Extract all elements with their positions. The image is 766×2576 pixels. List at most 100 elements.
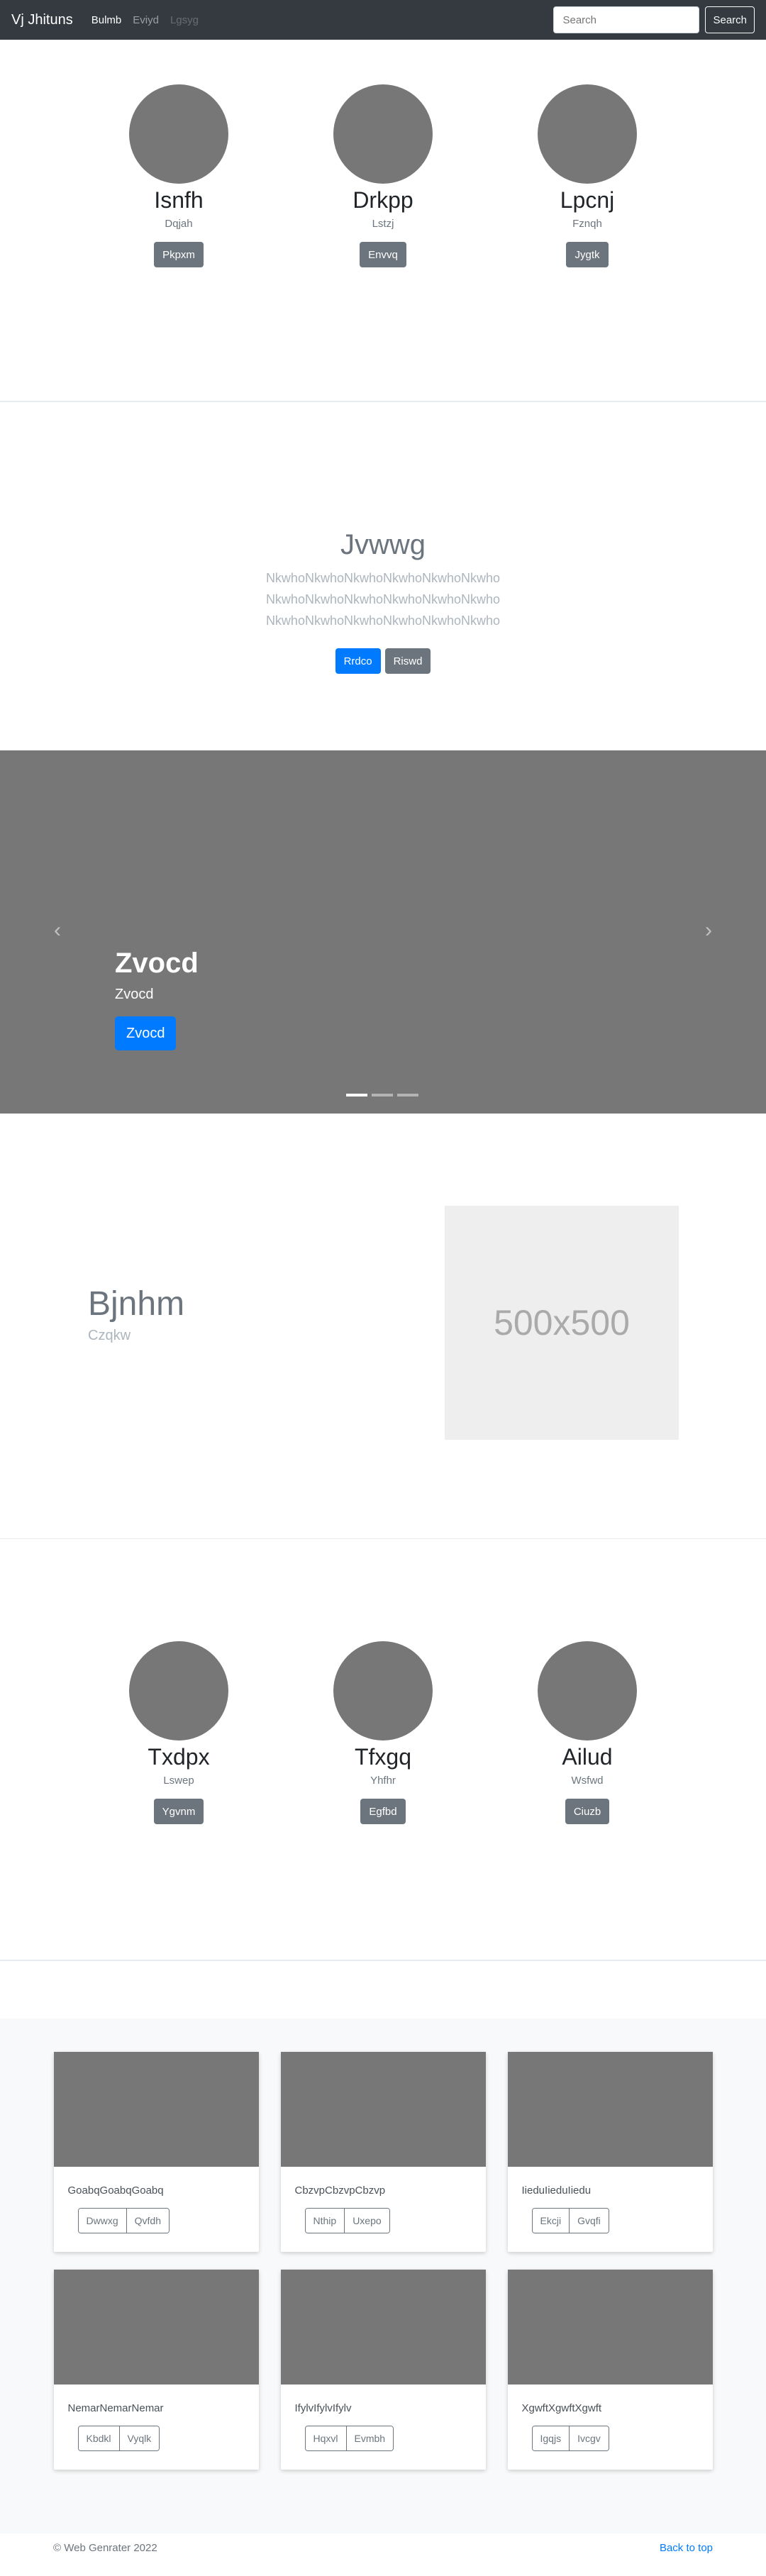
- profile-name: Txdpx: [148, 1744, 210, 1770]
- avatar: [333, 84, 433, 184]
- profile-card: Tfxgq Yhfhr Egfbd: [333, 1641, 433, 1960]
- carousel-text: Zvocd: [115, 987, 154, 1002]
- album-section: GoabqGoabqGoabq Dwwxg Qvfdh CbzvpCbzvpCb…: [0, 2019, 766, 2533]
- carousel-title: Zvocd: [115, 948, 199, 979]
- profile-name: Ailud: [562, 1744, 613, 1770]
- card-button[interactable]: Vyqlk: [118, 2426, 160, 2450]
- card-button[interactable]: Uxepo: [344, 2209, 389, 2233]
- profile-button[interactable]: Ygvnm: [153, 1799, 204, 1824]
- card-image: [53, 2052, 259, 2167]
- profile-button[interactable]: Envvq: [360, 242, 406, 267]
- profile-name: Isnfh: [154, 187, 204, 213]
- card-image: [53, 2270, 259, 2385]
- card-button[interactable]: Hqxvl: [305, 2426, 346, 2450]
- nav-link-bulmb[interactable]: Bulmb: [86, 14, 128, 26]
- chevron-right-icon[interactable]: ›: [701, 920, 716, 941]
- jumbotron: Jvwwg NkwhoNkwhoNkwhoNkwhoNkwhoNkwho Nkw…: [0, 401, 766, 750]
- profile-button[interactable]: Egfbd: [360, 1799, 406, 1824]
- jumbotron-line: NkwhoNkwhoNkwhoNkwhoNkwhoNkwho: [265, 571, 501, 585]
- profile-subtitle: Dqjah: [165, 218, 193, 230]
- album-card: GoabqGoabqGoabq Dwwxg Qvfdh: [53, 2052, 259, 2252]
- album-card: IieduIieduIiedu Ekcji Gvqfi: [507, 2052, 713, 2252]
- carousel-indicator[interactable]: [397, 1094, 418, 1097]
- jumbotron-line: NkwhoNkwhoNkwhoNkwhoNkwhoNkwho: [265, 614, 501, 628]
- nav-links: Bulmb Eviyd Lgsyg: [86, 14, 554, 26]
- profile-subtitle: Lswep: [163, 1775, 194, 1787]
- card-text: IfylvIfylvIfylv: [294, 2402, 352, 2414]
- featurette-image-placeholder: 500x500: [445, 1206, 679, 1440]
- jumbotron-line: NkwhoNkwhoNkwhoNkwhoNkwhoNkwho: [265, 592, 501, 606]
- jumbotron-secondary-button[interactable]: Riswd: [384, 648, 431, 674]
- avatar: [129, 84, 228, 184]
- card-image: [507, 2270, 713, 2385]
- album-card: NemarNemarNemar Kbdkl Vyqlk: [53, 2270, 259, 2470]
- card-text: NemarNemarNemar: [67, 2402, 164, 2414]
- card-text: CbzvpCbzvpCbzvp: [294, 2184, 386, 2197]
- featurette-subtitle: Czqkw: [88, 1328, 131, 1343]
- profile-button[interactable]: Pkpxm: [154, 242, 204, 267]
- card-button-group: Hqxvl Evmbh: [304, 2426, 394, 2451]
- avatar: [538, 84, 637, 184]
- profile-card: Txdpx Lswep Ygvnm: [129, 1641, 228, 1960]
- card-text: GoabqGoabqGoabq: [67, 2184, 164, 2197]
- profile-button[interactable]: Ciuzb: [565, 1799, 610, 1824]
- profile-subtitle: Fznqh: [572, 218, 602, 230]
- profiles-section-top: Isnfh Dqjah Pkpxm Drkpp Lstzj Envvq Lpcn…: [0, 40, 766, 401]
- card-image: [507, 2052, 713, 2167]
- jumbotron-primary-button[interactable]: Rrdco: [335, 648, 381, 674]
- card-image: [280, 2052, 486, 2167]
- card-button[interactable]: Igqjs: [532, 2426, 570, 2450]
- card-button-group: Dwwxg Qvfdh: [77, 2208, 170, 2233]
- card-button[interactable]: Nthip: [305, 2209, 345, 2233]
- card-button-group: Nthip Uxepo: [304, 2208, 390, 2233]
- carousel-button[interactable]: Zvocd: [115, 1016, 177, 1050]
- card-button-group: Ekcji Gvqfi: [531, 2208, 609, 2233]
- profiles-section-bottom: Txdpx Lswep Ygvnm Tfxgq Yhfhr Egfbd Ailu…: [0, 1539, 766, 1960]
- album-card: IfylvIfylvIfylv Hqxvl Evmbh: [280, 2270, 486, 2470]
- footer-copyright: © Web Genrater 2022: [53, 2542, 157, 2554]
- search-button[interactable]: Search: [705, 6, 755, 33]
- profile-name: Lpcnj: [560, 187, 615, 213]
- card-button-group: Kbdkl Vyqlk: [77, 2426, 160, 2451]
- card-grid: GoabqGoabqGoabq Dwwxg Qvfdh CbzvpCbzvpCb…: [28, 2052, 738, 2470]
- carousel-indicators: [346, 1094, 418, 1097]
- carousel-indicator[interactable]: [346, 1094, 367, 1097]
- album-card: CbzvpCbzvpCbzvp Nthip Uxepo: [280, 2052, 486, 2252]
- profile-subtitle: Wsfwd: [571, 1775, 604, 1787]
- card-text: IieduIieduIiedu: [521, 2184, 592, 2197]
- avatar: [129, 1641, 228, 1741]
- nav-link-eviyd[interactable]: Eviyd: [127, 14, 165, 26]
- album-card: XgwftXgwftXgwft Igqjs Ivcgv: [507, 2270, 713, 2470]
- card-button[interactable]: Dwwxg: [78, 2209, 126, 2233]
- card-button[interactable]: Evmbh: [345, 2426, 394, 2450]
- section-divider: [0, 1960, 766, 2019]
- jumbotron-buttons: Rrdco Riswd: [335, 648, 431, 674]
- back-to-top-link[interactable]: Back to top: [660, 2542, 713, 2576]
- profile-name: Drkpp: [353, 187, 413, 213]
- card-button[interactable]: Qvfdh: [126, 2209, 169, 2233]
- card-text: XgwftXgwftXgwft: [521, 2402, 602, 2414]
- carousel: ‹ › Zvocd Zvocd Zvocd: [0, 750, 766, 1114]
- profile-subtitle: Lstzj: [372, 218, 394, 230]
- card-button[interactable]: Ivcgv: [569, 2426, 609, 2450]
- top-navbar: Vj Jhituns Bulmb Eviyd Lgsyg Search: [0, 0, 766, 40]
- card-button[interactable]: Ekcji: [532, 2209, 570, 2233]
- search-input[interactable]: [553, 6, 700, 33]
- brand-link[interactable]: Vj Jhituns: [11, 12, 73, 28]
- nav-link-lgsyg: Lgsyg: [170, 13, 199, 26]
- jumbotron-title: Jvwwg: [340, 529, 426, 560]
- jumbotron-lead: NkwhoNkwhoNkwhoNkwhoNkwhoNkwho NkwhoNkwh…: [258, 567, 508, 631]
- carousel-caption: Zvocd Zvocd Zvocd: [115, 944, 199, 1050]
- profile-subtitle: Yhfhr: [370, 1775, 396, 1787]
- profile-button[interactable]: Jygtk: [566, 242, 609, 267]
- chevron-left-icon[interactable]: ‹: [50, 920, 65, 941]
- carousel-indicator[interactable]: [372, 1094, 393, 1097]
- card-button-group: Igqjs Ivcgv: [531, 2426, 609, 2451]
- profile-card: Isnfh Dqjah Pkpxm: [129, 84, 228, 401]
- card-button[interactable]: Kbdkl: [78, 2426, 119, 2450]
- featurette-text: Bjnhm Czqkw: [88, 1284, 184, 1346]
- featurette-title: Bjnhm: [88, 1285, 185, 1323]
- card-button[interactable]: Gvqfi: [569, 2209, 609, 2233]
- avatar: [538, 1641, 637, 1741]
- avatar: [333, 1641, 433, 1741]
